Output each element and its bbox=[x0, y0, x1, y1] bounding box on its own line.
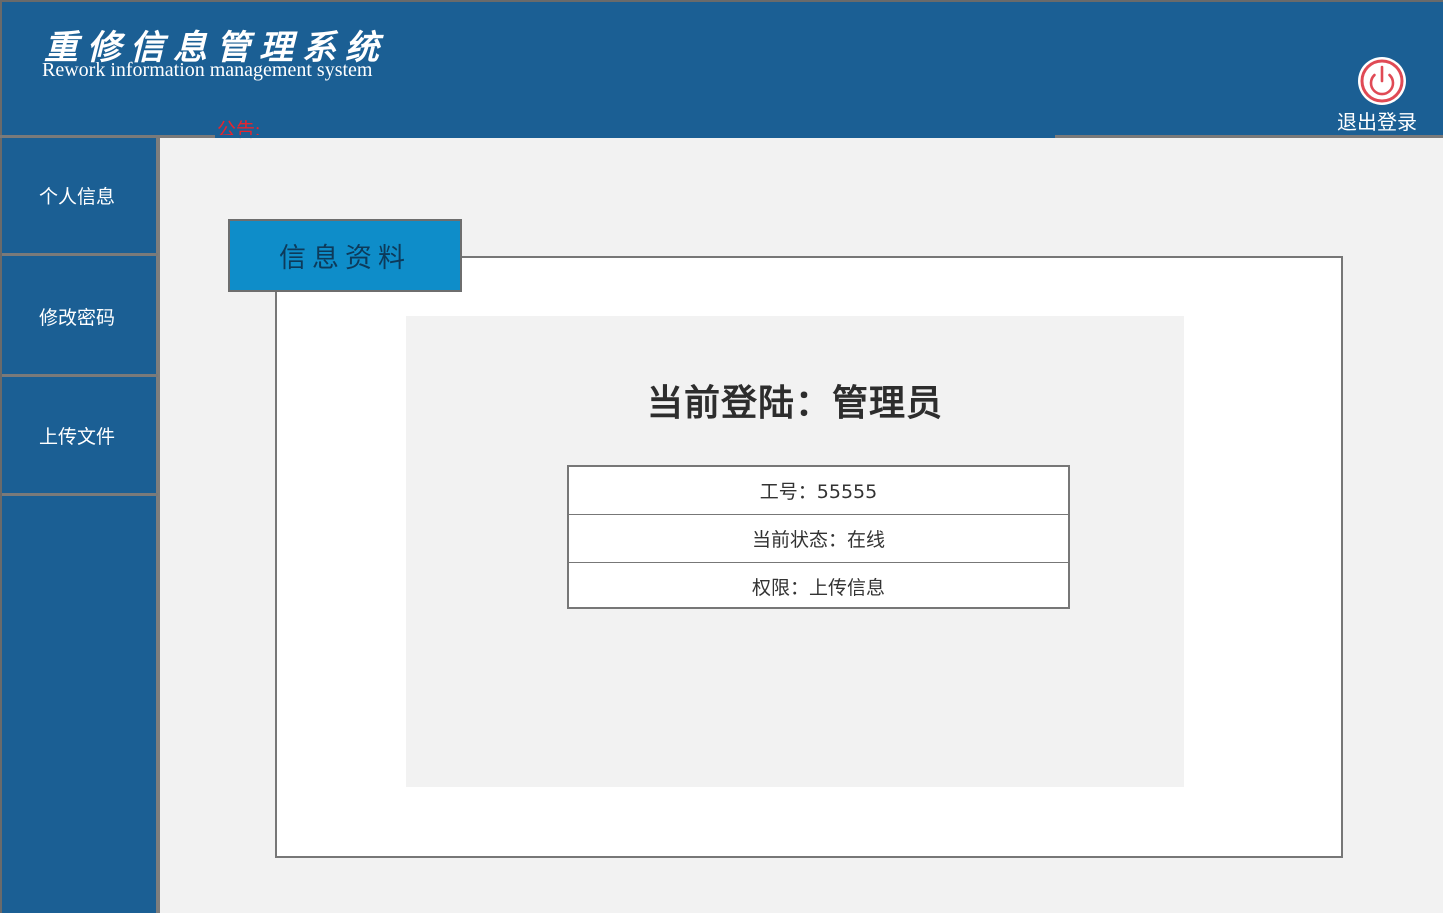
header-divider-notice bbox=[215, 135, 1055, 138]
info-row-permission: 权限：上传信息 bbox=[751, 576, 885, 599]
info-table: 工号：55555 当前状态：在线 权限：上传信息 bbox=[567, 465, 1070, 609]
sidebar-item-upload-file[interactable]: 上传文件 bbox=[2, 378, 158, 496]
app-subtitle: Rework information management system bbox=[42, 59, 373, 81]
logout-label: 退出登录 bbox=[1337, 110, 1417, 134]
power-icon bbox=[1358, 57, 1406, 105]
sidebar-item-change-password[interactable]: 修改密码 bbox=[2, 259, 158, 377]
sidebar-item-label: 上传文件 bbox=[39, 426, 116, 448]
sidebar-item-label: 修改密码 bbox=[39, 307, 116, 329]
tab-info[interactable]: 信息资料 bbox=[228, 219, 462, 292]
info-row-employee-id: 工号：55555 bbox=[569, 467, 1068, 515]
sidebar-item-personal-info[interactable]: 个人信息 bbox=[2, 138, 158, 256]
header: 重修信息管理系统 Rework information management s… bbox=[0, 0, 1443, 141]
info-row-status: 当前状态：在线 bbox=[569, 515, 1068, 563]
logout-button[interactable]: 退出登录 bbox=[1332, 56, 1426, 136]
sidebar-item-label: 个人信息 bbox=[39, 186, 116, 208]
sidebar: 个人信息 修改密码 上传文件 bbox=[0, 138, 160, 913]
login-title: 当前登陆：管理员 bbox=[646, 383, 943, 424]
